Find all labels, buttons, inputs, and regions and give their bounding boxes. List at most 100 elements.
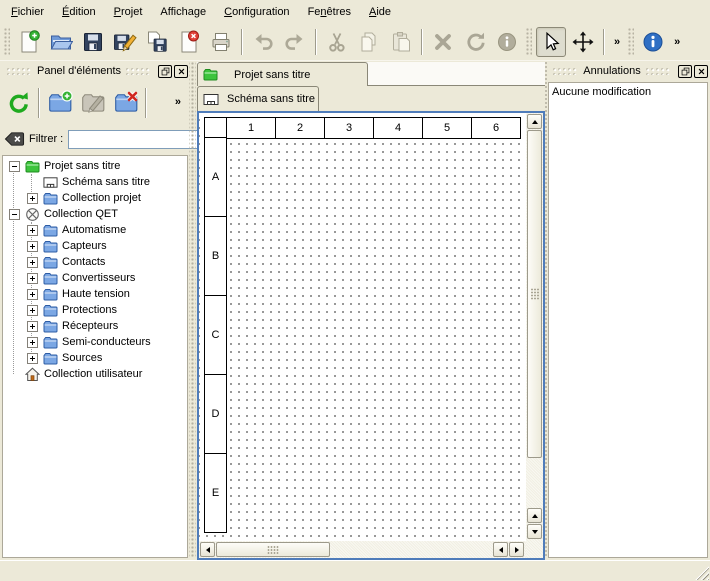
expand-toggle[interactable]: [27, 321, 38, 332]
redo-button[interactable]: [280, 27, 310, 57]
save-all-button[interactable]: [142, 27, 172, 57]
tree-item-projet-sans-titre[interactable]: Projet sans titre: [3, 158, 187, 174]
tree-item-collection-utilisateur[interactable]: Collection utilisateur: [3, 366, 187, 382]
save-as-button[interactable]: [110, 27, 140, 57]
tree-item-sources[interactable]: Sources: [3, 350, 187, 366]
dock-close-button[interactable]: [694, 65, 708, 78]
collapse-toggle[interactable]: [9, 209, 20, 220]
delete-category-button[interactable]: [109, 86, 142, 120]
status-bar: [0, 560, 710, 581]
reload-collections-button[interactable]: [2, 86, 35, 120]
tree-item-label: Schéma sans titre: [62, 176, 154, 188]
save-button[interactable]: [78, 27, 108, 57]
dock-handle[interactable]: [553, 68, 578, 75]
select-mode-button[interactable]: [536, 27, 566, 57]
scroll-up-button[interactable]: [527, 508, 542, 523]
element-info-button[interactable]: [492, 27, 522, 57]
row-header-A: A: [204, 137, 227, 217]
copy-button[interactable]: [354, 27, 384, 57]
menu-fichier[interactable]: Fichier: [2, 2, 53, 22]
scroll-left-button[interactable]: [493, 542, 508, 557]
expand-toggle[interactable]: [27, 257, 38, 268]
delete-icon: [431, 30, 455, 54]
close-icon: [697, 67, 706, 76]
vertical-scroll-thumb[interactable]: [527, 130, 542, 458]
elements-panel-titlebar[interactable]: Panel d'éléments: [2, 62, 188, 80]
diagram-row-headers: ABCDE: [204, 138, 227, 533]
menu-aide[interactable]: Aide: [360, 2, 400, 22]
undo-history-list[interactable]: Aucune modification: [548, 82, 708, 558]
pan-mode-button[interactable]: [568, 27, 598, 57]
row-header-E: E: [204, 453, 227, 533]
tree-item-label: Projet sans titre: [44, 160, 124, 172]
horizontal-scroll-thumb[interactable]: [216, 542, 330, 557]
menu-fenetres[interactable]: Fenêtres: [299, 2, 360, 22]
new-category-button[interactable]: [43, 86, 76, 120]
menu-edition[interactable]: Édition: [53, 2, 105, 22]
column-header-4: 4: [373, 117, 423, 139]
tab-schema-label: Schéma sans titre: [227, 93, 315, 105]
tab-schema[interactable]: Schéma sans titre: [197, 86, 319, 111]
element-collection-tree[interactable]: Projet sans titre Schéma sans titre Collec…: [2, 155, 188, 558]
undo-button[interactable]: [248, 27, 278, 57]
scroll-right-button[interactable]: [509, 542, 524, 557]
toolbar-overflow-button[interactable]: »: [609, 36, 625, 48]
elements-panel-toolbar: »: [2, 83, 188, 123]
print-button[interactable]: [206, 27, 236, 57]
open-file-button[interactable]: [46, 27, 76, 57]
tab-project[interactable]: Projet sans titre: [197, 62, 368, 86]
panel-toolbar-overflow-button[interactable]: »: [170, 96, 186, 108]
dock-handle[interactable]: [7, 68, 32, 75]
menu-affichage[interactable]: Affichage: [151, 2, 215, 22]
rotate-button[interactable]: [460, 27, 490, 57]
toolbar-overflow-button[interactable]: »: [669, 36, 685, 48]
folder-icon: [43, 335, 58, 350]
menu-configuration[interactable]: Configuration: [215, 2, 298, 22]
delete-button[interactable]: [428, 27, 458, 57]
tree-item-collection-qet[interactable]: Collection QET: [3, 206, 187, 222]
new-document-button[interactable]: [14, 27, 44, 57]
expand-toggle[interactable]: [27, 193, 38, 204]
schema-icon: [43, 175, 58, 190]
dock-handle[interactable]: [126, 68, 151, 75]
about-button[interactable]: [638, 27, 668, 57]
diagram-canvas[interactable]: [199, 113, 526, 541]
resize-grip[interactable]: [695, 566, 709, 580]
clear-filter-button[interactable]: [4, 131, 25, 147]
edit-category-button[interactable]: [76, 86, 109, 120]
scroll-down-button[interactable]: [527, 524, 542, 539]
dock-float-button[interactable]: [678, 65, 692, 78]
expand-toggle[interactable]: [27, 353, 38, 364]
expand-toggle[interactable]: [27, 289, 38, 300]
column-header-6: 6: [471, 117, 521, 139]
expand-toggle[interactable]: [27, 225, 38, 236]
expand-toggle[interactable]: [27, 305, 38, 316]
toolbar-handle[interactable]: [526, 28, 532, 55]
cut-button[interactable]: [322, 27, 352, 57]
toolbar-handle[interactable]: [628, 28, 634, 55]
paste-icon: [389, 30, 413, 54]
expand-toggle[interactable]: [27, 241, 38, 252]
collapse-toggle[interactable]: [9, 161, 20, 172]
paste-button[interactable]: [386, 27, 416, 57]
left-dock-splitter[interactable]: [189, 62, 196, 558]
dock-handle[interactable]: [646, 68, 671, 75]
toolbar-handle[interactable]: [4, 28, 10, 55]
tree-item-collection-projet[interactable]: Collection projet: [3, 190, 187, 206]
menu-projet[interactable]: Projet: [105, 2, 152, 22]
close-file-icon: [177, 30, 201, 54]
dock-close-button[interactable]: [174, 65, 188, 78]
dock-float-button[interactable]: [158, 65, 172, 78]
undo-panel-titlebar[interactable]: Annulations: [548, 62, 708, 80]
horizontal-scrollbar[interactable]: [199, 541, 526, 558]
expand-toggle[interactable]: [27, 337, 38, 348]
scroll-left-button[interactable]: [200, 542, 215, 557]
pan-mode-icon: [571, 30, 595, 54]
scroll-up-button[interactable]: [527, 114, 542, 129]
vertical-scrollbar[interactable]: [526, 113, 543, 541]
close-file-button[interactable]: [174, 27, 204, 57]
undo-history-item[interactable]: Aucune modification: [552, 84, 704, 100]
about-icon: [641, 30, 665, 54]
folder-icon: [43, 191, 58, 206]
expand-toggle[interactable]: [27, 273, 38, 284]
